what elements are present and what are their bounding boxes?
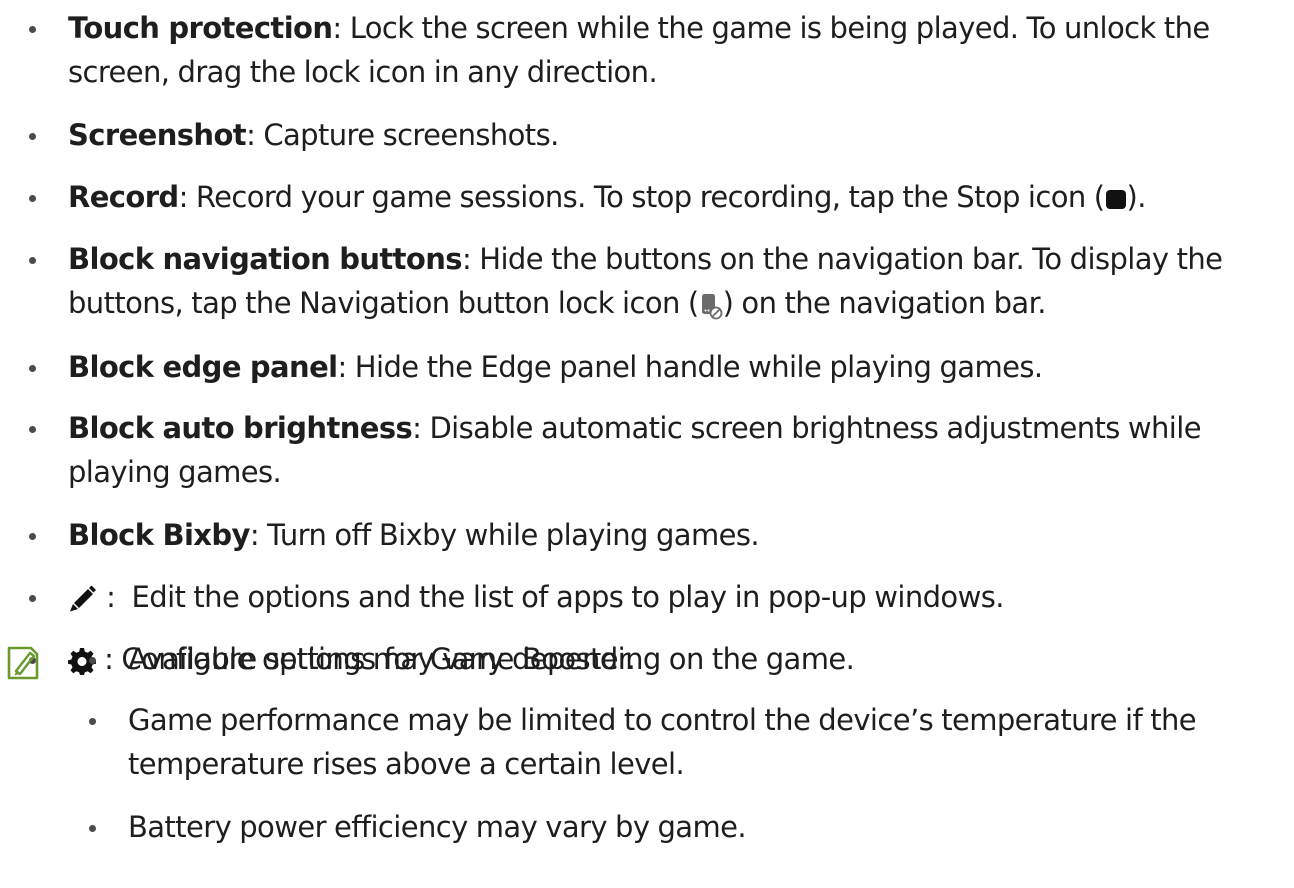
description-end: ). (1126, 180, 1147, 214)
description: Hide the buttons on the navigation bar. … (471, 242, 1223, 276)
description-continued: playing games. (68, 455, 282, 489)
description: Edit the options and the list of apps to… (131, 580, 1005, 614)
term-record: Record (68, 180, 179, 214)
note-item: Game performance may be limited to contr… (89, 698, 1278, 786)
description-end: ) on the navigation bar. (722, 286, 1047, 320)
term-block-edge-panel: Block edge panel (68, 350, 338, 384)
separator: : (332, 11, 342, 45)
note-icon (6, 645, 40, 681)
list-item-screenshot: Screenshot: Capture screenshots. (29, 113, 1278, 157)
list-item-block-navigation-buttons: Block navigation buttons: Hide the butto… (29, 237, 1278, 327)
bullet (29, 533, 36, 540)
document-page: Touch protection: Lock the screen while … (0, 0, 1294, 888)
bullet (89, 718, 96, 725)
description: Hide the Edge panel handle while playing… (346, 350, 1043, 384)
bullet (89, 657, 96, 664)
term-touch-protection: Touch protection (68, 11, 333, 45)
description-continued: screen, drag the lock icon in any direct… (68, 55, 658, 89)
separator: : (178, 180, 189, 214)
bullet (29, 26, 36, 33)
separator: : (98, 580, 132, 614)
list-item-block-edge-panel: Block edge panel: Hide the Edge panel ha… (29, 345, 1278, 389)
note-item: Available options may vary depending on … (89, 637, 1278, 681)
stop-icon (1105, 190, 1126, 209)
separator: : (412, 411, 422, 445)
bullet (29, 595, 36, 602)
separator: : (337, 350, 347, 384)
bullet (29, 426, 36, 433)
navigation-button-lock-icon (699, 283, 723, 327)
separator: : (96, 642, 122, 676)
description: Capture screenshots. (255, 118, 559, 152)
description: Lock the screen while the game is being … (341, 11, 1211, 45)
list-item-edit: : Edit the options and the list of apps … (29, 575, 1278, 621)
note-text-continued: temperature rises above a certain level. (128, 747, 685, 781)
separator: : (249, 518, 260, 552)
note-text: Available options may vary depending on … (128, 642, 855, 676)
separator: : (246, 118, 256, 152)
description: Disable automatic screen brightness adju… (421, 411, 1201, 445)
bullet (89, 825, 96, 832)
description: Record your game sessions. To stop recor… (187, 180, 1105, 214)
pencil-icon (68, 577, 98, 621)
bullet (29, 133, 36, 140)
term-block-bixby: Block Bixby (68, 518, 250, 552)
term-block-auto-brightness: Block auto brightness (68, 411, 413, 445)
bullet (29, 257, 36, 264)
list-item-record: Record: Record your game sessions. To st… (29, 175, 1278, 219)
list-item-block-auto-brightness: Block auto brightness: Disable automatic… (29, 406, 1278, 494)
list-item-touch-protection: Touch protection: Lock the screen while … (29, 6, 1278, 94)
note-text: Game performance may be limited to contr… (128, 703, 1197, 737)
description: Turn off Bixby while playing games. (259, 518, 759, 552)
separator: : (461, 242, 472, 276)
bullet (29, 365, 36, 372)
term-block-navigation-buttons: Block navigation buttons (68, 242, 463, 276)
description-continued: buttons, tap the Navigation button lock … (68, 286, 699, 320)
bullet (29, 195, 36, 202)
term-screenshot: Screenshot (68, 118, 247, 152)
note-item: Battery power efficiency may vary by gam… (89, 805, 1278, 849)
note-text: Battery power efficiency may vary by gam… (128, 810, 747, 844)
list-item-block-bixby: Block Bixby: Turn off Bixby while playin… (29, 513, 1278, 557)
